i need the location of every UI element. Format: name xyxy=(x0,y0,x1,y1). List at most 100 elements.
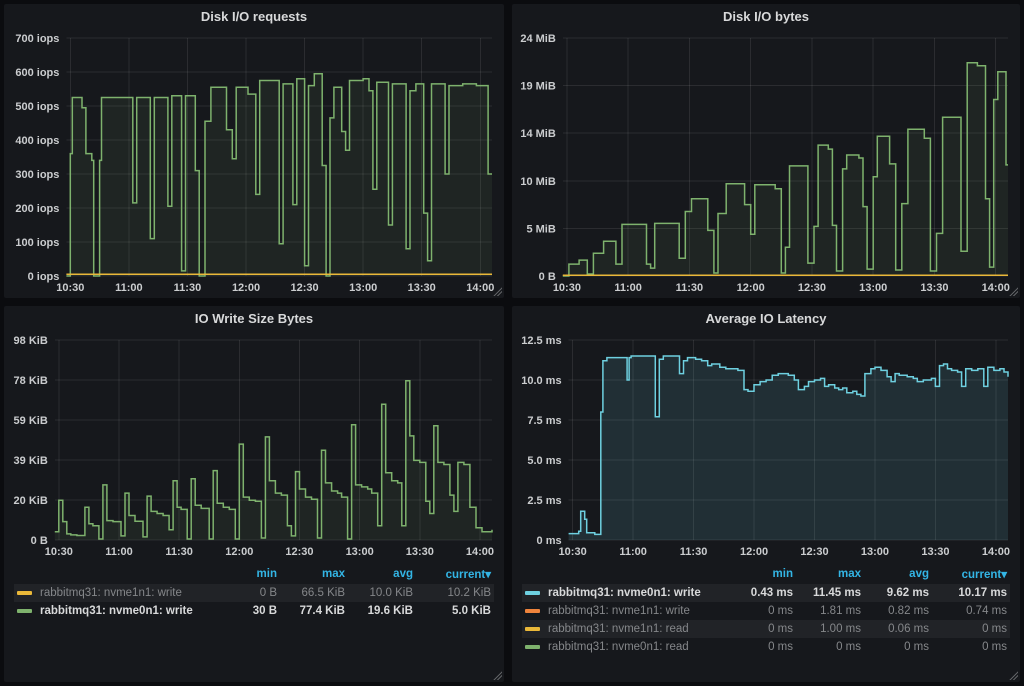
average-io-latency-svg: 0 ms2.5 ms5.0 ms7.5 ms10.0 ms12.5 ms10:3… xyxy=(512,332,1020,562)
legend-header-current[interactable]: current▾ xyxy=(416,564,494,584)
svg-text:12:00: 12:00 xyxy=(225,546,253,558)
legend-value: 11.45 ms xyxy=(796,584,864,602)
panel-title-disk-io-bytes[interactable]: Disk I/O bytes xyxy=(512,4,1020,30)
svg-text:14:00: 14:00 xyxy=(466,546,494,558)
series-color-icon[interactable] xyxy=(525,627,540,631)
svg-text:12:30: 12:30 xyxy=(800,546,828,558)
series-color-icon[interactable] xyxy=(17,591,32,595)
svg-text:10:30: 10:30 xyxy=(45,546,73,558)
legend-value: 5.0 KiB xyxy=(416,602,494,620)
panel-title-io-write-size-bytes[interactable]: IO Write Size Bytes xyxy=(4,306,504,332)
panel-average-io-latency: Average IO Latency 0 ms2.5 ms5.0 ms7.5 m… xyxy=(512,306,1020,682)
svg-text:600 iops: 600 iops xyxy=(15,67,59,79)
legend-header-avg[interactable]: avg xyxy=(864,564,932,584)
io-write-size-bytes-legend: minmaxavgcurrent▾ rabbitmq31: nvme1n1: wr… xyxy=(4,562,504,682)
disk-io-requests-chart[interactable]: 0 iops100 iops200 iops300 iops400 iops50… xyxy=(4,30,504,298)
svg-text:100 iops: 100 iops xyxy=(15,237,59,249)
legend-value: 19.6 KiB xyxy=(348,602,416,620)
svg-text:700 iops: 700 iops xyxy=(15,33,59,45)
legend-value: 0 ms xyxy=(932,638,1010,656)
svg-text:20 KiB: 20 KiB xyxy=(14,495,48,507)
io-write-size-bytes-chart[interactable]: 0 B20 KiB39 KiB59 KiB78 KiB98 KiB10:3011… xyxy=(4,332,504,562)
panel-io-write-size-bytes: IO Write Size Bytes 0 B20 KiB39 KiB59 Ki… xyxy=(4,306,504,682)
svg-text:13:30: 13:30 xyxy=(920,282,948,294)
series-color-icon[interactable] xyxy=(525,609,540,613)
svg-text:10 MiB: 10 MiB xyxy=(520,176,556,188)
svg-text:14:00: 14:00 xyxy=(982,282,1010,294)
svg-text:13:30: 13:30 xyxy=(921,546,949,558)
svg-text:11:30: 11:30 xyxy=(165,546,193,558)
dashboard: Disk I/O requests 0 iops100 iops200 iops… xyxy=(0,0,1024,686)
disk-io-bytes-svg: 0 B5 MiB10 MiB14 MiB19 MiB24 MiB10:3011:… xyxy=(512,30,1020,298)
series-color-icon[interactable] xyxy=(17,609,32,613)
legend-value: 0.43 ms xyxy=(728,584,796,602)
svg-text:10.0 ms: 10.0 ms xyxy=(521,375,561,387)
svg-text:11:00: 11:00 xyxy=(105,546,133,558)
legend-value: 0 ms xyxy=(864,638,932,656)
svg-text:200 iops: 200 iops xyxy=(15,203,59,215)
legend-header-min[interactable]: min xyxy=(728,564,796,584)
svg-text:98 KiB: 98 KiB xyxy=(14,335,48,347)
average-io-latency-chart[interactable]: 0 ms2.5 ms5.0 ms7.5 ms10.0 ms12.5 ms10:3… xyxy=(512,332,1020,562)
legend-value: 77.4 KiB xyxy=(280,602,348,620)
svg-text:12:00: 12:00 xyxy=(232,282,260,294)
legend-header-min[interactable]: min xyxy=(212,564,280,584)
legend-header-avg[interactable]: avg xyxy=(348,564,416,584)
legend-value: 1.00 ms xyxy=(796,620,864,638)
legend-header-max[interactable]: max xyxy=(280,564,348,584)
svg-text:12:30: 12:30 xyxy=(291,282,319,294)
svg-text:12.5 ms: 12.5 ms xyxy=(521,335,561,347)
legend-value: 10.17 ms xyxy=(932,584,1010,602)
svg-text:500 iops: 500 iops xyxy=(15,101,59,113)
series-color-icon[interactable] xyxy=(525,591,540,595)
series-label[interactable]: rabbitmq31: nvme1n1: read xyxy=(548,623,689,635)
legend-value: 0.74 ms xyxy=(932,602,1010,620)
panel-disk-io-bytes: Disk I/O bytes 0 B5 MiB10 MiB14 MiB19 Mi… xyxy=(512,4,1020,298)
average-io-latency-legend: minmaxavgcurrent▾rabbitmq31: nvme0n1: wr… xyxy=(512,562,1020,682)
legend-table: minmaxavgcurrent▾rabbitmq31: nvme0n1: wr… xyxy=(522,564,1010,656)
svg-text:19 MiB: 19 MiB xyxy=(520,81,556,93)
svg-text:11:30: 11:30 xyxy=(676,282,704,294)
legend-row: rabbitmq31: nvme1n1: read0 ms1.00 ms0.06… xyxy=(522,620,1010,638)
legend-row: rabbitmq31: nvme0n1: write 0.43 ms11.45 m… xyxy=(522,584,1010,602)
svg-text:12:30: 12:30 xyxy=(798,282,826,294)
resize-handle-icon[interactable] xyxy=(1009,287,1018,296)
svg-text:14 MiB: 14 MiB xyxy=(520,128,556,140)
series-label[interactable]: rabbitmq31: nvme0n1: read xyxy=(548,641,689,653)
resize-handle-icon[interactable] xyxy=(1009,671,1018,680)
legend-value: 10.2 KiB xyxy=(416,584,494,602)
legend-value: 9.62 ms xyxy=(864,584,932,602)
svg-text:11:00: 11:00 xyxy=(115,282,143,294)
panel-disk-io-requests: Disk I/O requests 0 iops100 iops200 iops… xyxy=(4,4,504,298)
svg-text:10:30: 10:30 xyxy=(553,282,581,294)
legend-value: 0 ms xyxy=(728,638,796,656)
disk-io-requests-svg: 0 iops100 iops200 iops300 iops400 iops50… xyxy=(4,30,504,298)
legend-header-max[interactable]: max xyxy=(796,564,864,584)
legend-value: 0.82 ms xyxy=(864,602,932,620)
svg-text:13:00: 13:00 xyxy=(859,282,887,294)
panel-title-average-io-latency[interactable]: Average IO Latency xyxy=(512,306,1020,332)
svg-text:7.5 ms: 7.5 ms xyxy=(527,415,561,427)
legend-header-current[interactable]: current▾ xyxy=(932,564,1010,584)
resize-handle-icon[interactable] xyxy=(493,287,502,296)
series-color-icon[interactable] xyxy=(525,645,540,649)
svg-text:13:00: 13:00 xyxy=(349,282,377,294)
svg-text:400 iops: 400 iops xyxy=(15,135,59,147)
svg-text:14:00: 14:00 xyxy=(466,282,494,294)
series-label[interactable]: rabbitmq31: nvme1n1: write xyxy=(548,605,690,617)
series-label[interactable]: rabbitmq31: nvme0n1: write xyxy=(40,605,193,617)
legend-header-series xyxy=(522,564,728,584)
legend-value: 0 ms xyxy=(932,620,1010,638)
legend-value: 0 ms xyxy=(728,620,796,638)
legend-row: rabbitmq31: nvme1n1: write0 ms1.81 ms0.8… xyxy=(522,602,1010,620)
resize-handle-icon[interactable] xyxy=(493,671,502,680)
svg-text:10:30: 10:30 xyxy=(559,546,587,558)
panel-title-disk-io-requests[interactable]: Disk I/O requests xyxy=(4,4,504,30)
series-label[interactable]: rabbitmq31: nvme0n1: write xyxy=(548,587,701,599)
svg-text:11:30: 11:30 xyxy=(174,282,202,294)
svg-text:12:00: 12:00 xyxy=(740,546,768,558)
legend-header-series xyxy=(14,564,212,584)
disk-io-bytes-chart[interactable]: 0 B5 MiB10 MiB14 MiB19 MiB24 MiB10:3011:… xyxy=(512,30,1020,298)
legend-value: 0 B xyxy=(212,584,280,602)
series-label[interactable]: rabbitmq31: nvme1n1: write xyxy=(40,587,182,599)
